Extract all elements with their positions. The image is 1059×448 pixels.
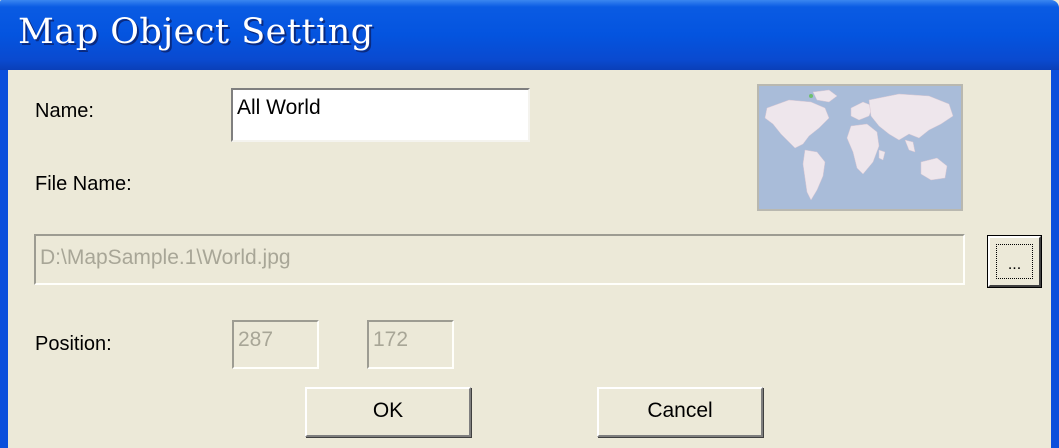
map-preview-image — [757, 84, 963, 211]
window-frame-right — [1051, 70, 1059, 448]
file-name-label: File Name: — [35, 173, 132, 195]
position-x-input[interactable]: 287 — [232, 320, 319, 369]
name-label: Name: — [35, 100, 94, 122]
ok-button[interactable]: OK — [305, 387, 471, 437]
file-path-input[interactable]: D:\MapSample.1\World.jpg — [34, 234, 965, 285]
map-object-setting-dialog: Map Object Setting Name: All World File … — [0, 0, 1059, 448]
browse-button-label: ... — [996, 244, 1033, 279]
position-y-input[interactable]: 172 — [367, 320, 454, 369]
browse-button[interactable]: ... — [987, 235, 1042, 288]
window-title: Map Object Setting — [18, 12, 374, 52]
world-map-icon — [759, 86, 961, 209]
name-input[interactable]: All World — [231, 88, 530, 142]
window-frame-left — [0, 70, 8, 448]
title-bar[interactable]: Map Object Setting — [0, 0, 1059, 70]
position-label: Position: — [35, 333, 112, 355]
cancel-button[interactable]: Cancel — [597, 387, 763, 437]
